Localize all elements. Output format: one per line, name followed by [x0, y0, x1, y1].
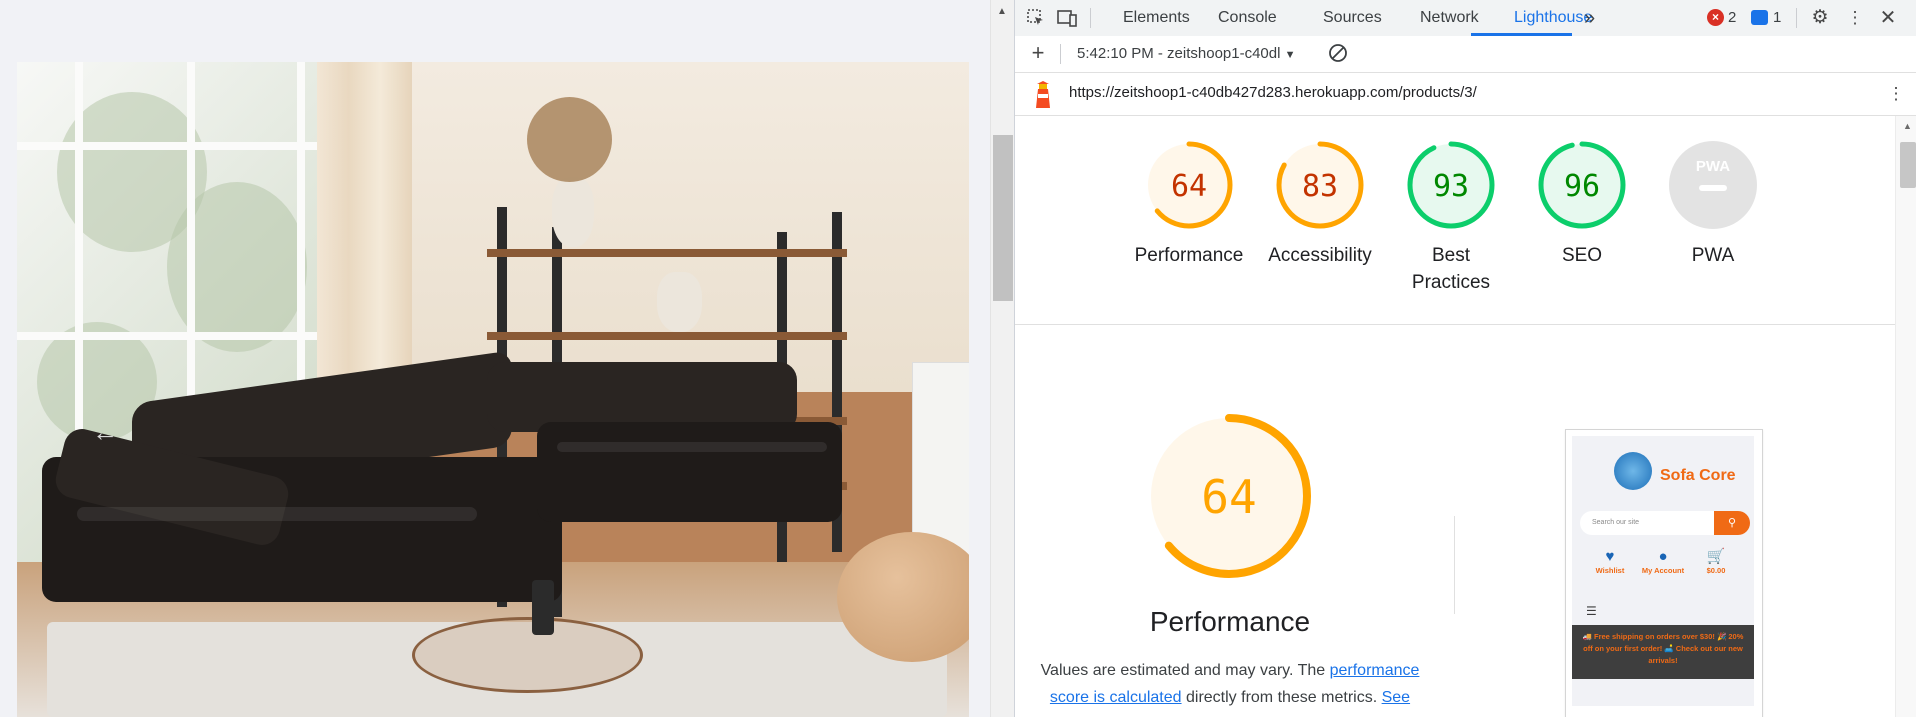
- product-image[interactable]: ←: [17, 62, 969, 717]
- product-page: ←: [0, 0, 990, 717]
- tab-lighthouse-label: Lighthouse: [1514, 9, 1593, 26]
- cart-icon: 🛒: [1706, 548, 1726, 565]
- score-gauge-best-practices[interactable]: 93: [1407, 141, 1495, 229]
- section-separator: [1454, 516, 1455, 614]
- performance-section-title: Performance: [1149, 606, 1311, 637]
- tab-network[interactable]: Network: [1420, 0, 1479, 35]
- hamburger-menu-icon: ☰: [1586, 604, 1597, 618]
- score-gauge-accessibility[interactable]: 83: [1276, 141, 1364, 229]
- carousel-prev-icon[interactable]: ←: [92, 417, 118, 448]
- score-label-best-practices: Best Practices: [1411, 245, 1491, 293]
- score-label-performance: Performance: [1134, 245, 1244, 266]
- inspect-element-icon[interactable]: [1025, 8, 1047, 28]
- page-scrollbar-thumb[interactable]: [993, 135, 1013, 301]
- performance-gauge-large: 64: [1147, 414, 1311, 578]
- tab-lighthouse[interactable]: Lighthouse: [1484, 0, 1592, 35]
- lighthouse-subbar: + 5:42:10 PM - zeitshoop1-c40dl ▼: [1015, 36, 1916, 73]
- device-toolbar-icon[interactable]: [1056, 8, 1078, 28]
- clear-reports-icon[interactable]: [1327, 43, 1349, 63]
- score-value: 64: [1171, 169, 1207, 204]
- see-link[interactable]: See: [1382, 689, 1410, 706]
- report-scrollbar-thumb[interactable]: [1900, 142, 1916, 188]
- settings-gear-icon[interactable]: ⚙: [1809, 8, 1831, 28]
- score-label-seo: SEO: [1561, 245, 1603, 266]
- report-url-bar: https://zeitshoop1-c40db427d283.herokuap…: [1015, 73, 1916, 116]
- score-gauge-pwa[interactable]: PWA: [1669, 141, 1757, 229]
- close-devtools-icon[interactable]: ✕: [1877, 8, 1899, 28]
- lighthouse-logo-icon: [1032, 81, 1054, 114]
- report-menu-icon[interactable]: ⋮: [1885, 84, 1907, 104]
- report-selector-label: 5:42:10 PM - zeitshoop1-c40dl: [1077, 45, 1281, 62]
- score-value: 96: [1564, 169, 1600, 204]
- desc-text: Values are estimated and may vary. The: [1040, 662, 1330, 679]
- error-count[interactable]: 2: [1728, 9, 1736, 26]
- coffee-table: [412, 617, 643, 693]
- page-screenshot-thumbnail[interactable]: Sofa Core Search our site ⚲ ♥ Wishlist ● M…: [1565, 429, 1763, 717]
- performance-description: Values are estimated and may vary. The p…: [1035, 657, 1425, 711]
- score-label-pwa: PWA: [1691, 245, 1735, 266]
- sofa-core-logo: [1614, 452, 1652, 490]
- preview-account-label: My Account: [1641, 566, 1685, 575]
- new-report-plus-icon[interactable]: +: [1027, 42, 1049, 64]
- preview-cart: 🛒 $0.00: [1692, 548, 1740, 575]
- preview-wishlist: ♥ Wishlist: [1586, 548, 1634, 575]
- wall: [412, 62, 969, 392]
- report-scrollbar[interactable]: ▲: [1895, 116, 1916, 717]
- devtools-panel: Elements Console Sources Network Lightho…: [1014, 0, 1916, 717]
- report-selector[interactable]: 5:42:10 PM - zeitshoop1-c40dl ▼: [1077, 45, 1296, 62]
- message-icon[interactable]: [1751, 10, 1768, 25]
- preview-account: ● My Account: [1639, 548, 1687, 575]
- account-icon: ●: [1658, 548, 1668, 565]
- scroll-up-icon[interactable]: ▲: [997, 6, 1007, 17]
- preview-promo-banner: 🚚 Free shipping on orders over $30! 🎉 20…: [1572, 625, 1754, 679]
- preview-brand: Sofa Core: [1660, 467, 1736, 484]
- preview-cart-label: $0.00: [1706, 566, 1726, 575]
- devtools-toolbar: Elements Console Sources Network Lightho…: [1015, 0, 1916, 37]
- scores-divider: [1015, 324, 1895, 325]
- tab-sources[interactable]: Sources: [1323, 0, 1382, 35]
- tab-console[interactable]: Console: [1218, 0, 1277, 35]
- more-options-icon[interactable]: ⋮: [1844, 8, 1866, 28]
- desc-text-2: directly from these metrics.: [1181, 689, 1382, 706]
- message-count[interactable]: 1: [1773, 9, 1781, 26]
- preview-wishlist-label: Wishlist: [1595, 566, 1625, 575]
- score-value: 83: [1302, 169, 1338, 204]
- preview-search-icon: ⚲: [1714, 511, 1750, 535]
- pwa-dash-icon: [1699, 185, 1727, 191]
- heart-icon: ♥: [1605, 548, 1615, 565]
- dropdown-caret-icon: ▼: [1284, 49, 1296, 61]
- page-scrollbar[interactable]: ▲: [990, 0, 1015, 717]
- scroll-up-icon[interactable]: ▲: [1903, 121, 1912, 131]
- score-value: 93: [1433, 169, 1469, 204]
- score-label-accessibility: Accessibility: [1268, 245, 1372, 266]
- more-tabs-icon[interactable]: »: [1584, 0, 1595, 35]
- lighthouse-report: 64 Performance 83 Accessibility 93 Best Practi…: [1015, 116, 1895, 717]
- score-gauge-seo[interactable]: 96: [1538, 141, 1626, 229]
- error-icon[interactable]: ×: [1707, 9, 1724, 26]
- performance-score-large: 64: [1201, 470, 1256, 524]
- tab-elements[interactable]: Elements: [1123, 0, 1190, 35]
- score-gauge-performance[interactable]: 64: [1145, 141, 1233, 229]
- report-url[interactable]: https://zeitshoop1-c40db427d283.herokuap…: [1069, 84, 1477, 101]
- preview-search-input: Search our site: [1580, 511, 1714, 535]
- pwa-badge-text: PWA: [1696, 158, 1730, 175]
